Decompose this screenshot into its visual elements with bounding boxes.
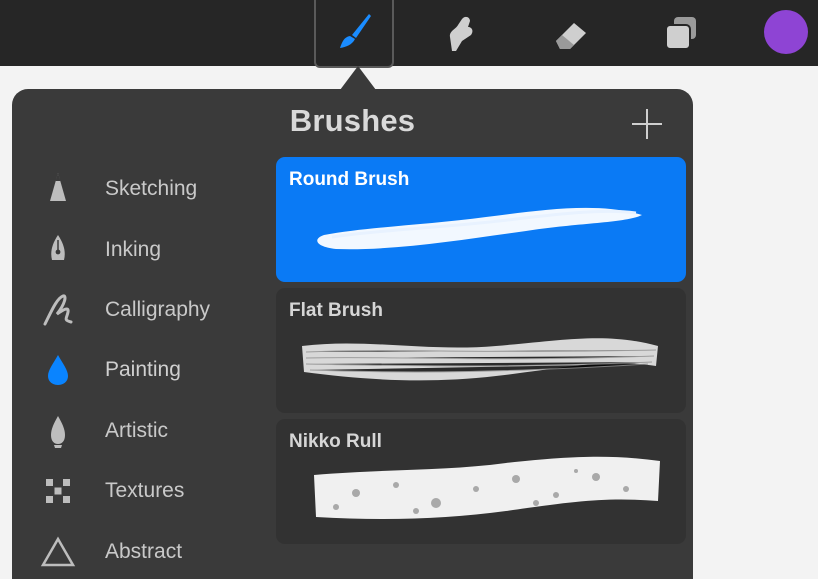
calligraphy-squiggle-icon	[40, 292, 76, 328]
category-textures[interactable]: Textures	[12, 461, 272, 521]
current-color-button[interactable]	[764, 10, 808, 54]
triangle-outline-icon	[40, 534, 76, 570]
category-sketching[interactable]: Sketching	[12, 159, 272, 219]
category-label: Abstract	[105, 539, 183, 563]
paint-drop-icon	[40, 352, 76, 388]
eraser-icon	[556, 23, 586, 49]
category-label: Painting	[105, 358, 181, 382]
top-toolbar	[0, 0, 818, 68]
eraser-tool-button[interactable]	[540, 0, 600, 66]
category-inking[interactable]: Inking	[12, 219, 272, 279]
category-label: Artistic	[105, 418, 168, 442]
brush-library-panel: Brushes Sketching Inking Calligraphy Pai…	[12, 89, 693, 579]
brush-card-round-brush[interactable]: Round Brush	[276, 157, 686, 282]
category-artistic[interactable]: Artistic	[12, 401, 272, 461]
pen-nib-icon	[40, 232, 76, 268]
category-calligraphy[interactable]: Calligraphy	[12, 280, 272, 340]
paint-brush-icon	[340, 14, 371, 48]
layers-icon	[665, 17, 696, 50]
layers-tool-button[interactable]	[650, 0, 710, 66]
checker-pattern-icon	[40, 473, 76, 509]
smudge-icon	[449, 16, 473, 51]
smudge-tool-button[interactable]	[430, 0, 490, 66]
popover-caret	[340, 66, 376, 90]
brush-list: Round Brush Flat Brush Nikko Rull	[276, 157, 686, 550]
brush-category-list: Sketching Inking Calligraphy Painting Ar…	[12, 159, 272, 579]
brush-card-nikko-rull[interactable]: Nikko Rull	[276, 419, 686, 544]
add-brush-button[interactable]	[630, 107, 664, 141]
brush-stroke-preview	[317, 207, 642, 250]
paint-brush-tool-button[interactable]	[314, 0, 394, 68]
brush-stroke-preview	[314, 456, 660, 519]
brush-card-flat-brush[interactable]: Flat Brush	[276, 288, 686, 413]
brush-stroke-preview	[302, 338, 658, 381]
category-painting[interactable]: Painting	[12, 340, 272, 400]
flame-drop-icon	[40, 413, 76, 449]
category-label: Sketching	[105, 177, 198, 201]
category-abstract[interactable]: Abstract	[12, 521, 272, 579]
panel-title: Brushes	[289, 103, 416, 138]
category-label: Calligraphy	[105, 297, 211, 321]
pencil-tip-icon	[40, 171, 76, 207]
category-label: Textures	[105, 479, 185, 503]
category-label: Inking	[105, 237, 162, 261]
